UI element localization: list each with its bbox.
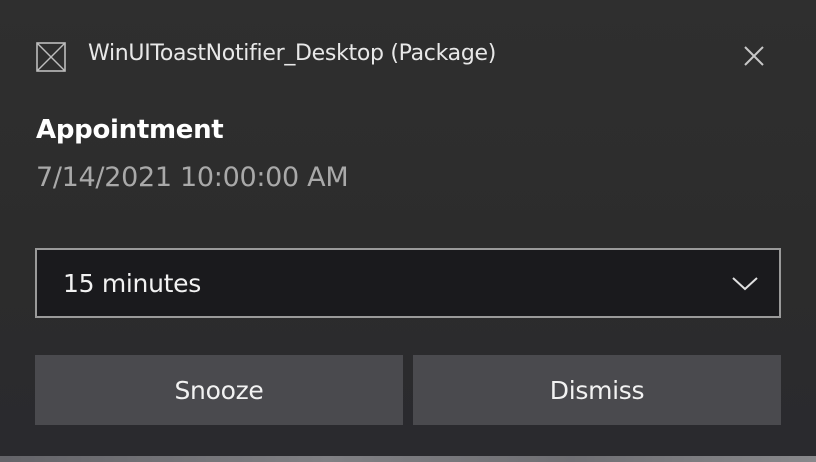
bottom-edge <box>0 456 816 462</box>
snooze-duration-select[interactable]: 15 minutes <box>35 248 781 318</box>
notification-title: Appointment <box>36 115 224 145</box>
dismiss-button[interactable]: Dismiss <box>413 355 781 425</box>
toast-notification: WinUIToastNotifier_Desktop (Package) App… <box>0 0 816 462</box>
notification-subtitle: 7/14/2021 10:00:00 AM <box>36 162 349 193</box>
snooze-duration-value: 15 minutes <box>63 269 201 298</box>
snooze-button[interactable]: Snooze <box>35 355 403 425</box>
app-name: WinUIToastNotifier_Desktop (Package) <box>88 41 497 66</box>
close-icon <box>744 46 764 66</box>
placeholder-image-icon <box>36 42 66 72</box>
close-button[interactable] <box>738 40 770 72</box>
chevron-down-icon <box>732 277 758 291</box>
